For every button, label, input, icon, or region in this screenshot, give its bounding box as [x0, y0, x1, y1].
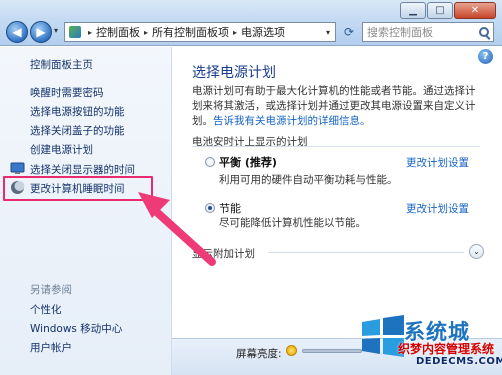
highlight-box [3, 176, 153, 201]
see-also-personalization[interactable]: 个性化 [30, 302, 62, 317]
see-also-heading: 另请参阅 [30, 284, 72, 296]
search-placeholder: 搜索控制面板 [367, 26, 433, 39]
close-button[interactable]: ✕ [454, 2, 496, 19]
watermark-line1: 织梦内容管理系统 [398, 342, 495, 356]
plan-balanced-radio[interactable] [205, 157, 215, 167]
maximize-button[interactable]: □ [427, 2, 453, 19]
page-description: 电源计划可有助于最大化计算机的性能或者节能。通过选择计划来将其激活，或选择计划并… [192, 84, 480, 129]
help-icon[interactable]: ? [478, 49, 493, 64]
see-also-user-accounts[interactable]: 用户帐户 [30, 340, 72, 355]
breadcrumb-control-panel[interactable]: 控制面板 [96, 24, 140, 40]
plan-balanced-settings-link[interactable]: 更改计划设置 [406, 155, 469, 170]
sidebar-item-display-off[interactable]: 选择关闭显示器的时间 [30, 162, 135, 177]
breadcrumb-separator-icon[interactable]: ▸ [88, 28, 92, 37]
sidebar-item-lid-close[interactable]: 选择关闭盖子的功能 [30, 123, 125, 138]
sidebar-home-link[interactable]: 控制面板主页 [30, 57, 93, 72]
plan-balanced-name[interactable]: 平衡 (推荐) [219, 154, 277, 170]
learn-more-link[interactable]: 告诉我有关电源计划的详细信息。 [213, 115, 371, 127]
back-button[interactable]: ◀ [6, 21, 28, 43]
sidebar-item-power-buttons[interactable]: 选择电源按钮的功能 [30, 104, 125, 119]
sidebar-item-wake-password[interactable]: 唤醒时需要密码 [30, 85, 104, 100]
address-bar[interactable]: ▸ 控制面板 ▸ 所有控制面板项 ▸ 电源选项 ▾ [64, 22, 336, 42]
sidebar-item-create-plan[interactable]: 创建电源计划 [30, 142, 93, 157]
recent-pages-dropdown-icon[interactable]: ▾ [54, 26, 58, 35]
refresh-icon[interactable]: ⟳ [340, 23, 358, 41]
minimize-button[interactable]: ▁ [400, 2, 426, 19]
monitor-icon [10, 162, 25, 174]
plan-power-saver-radio[interactable] [205, 203, 215, 213]
show-additional-plans[interactable]: 显示附加计划 [192, 246, 255, 261]
expand-chevron-icon[interactable]: ⌄ [469, 244, 484, 259]
breadcrumb-separator-icon[interactable]: ▸ [233, 28, 237, 37]
brightness-label: 屏幕亮度: [236, 348, 282, 360]
search-input[interactable]: 搜索控制面板 [362, 22, 494, 42]
control-panel-icon [69, 26, 81, 38]
breadcrumb-all-items[interactable]: 所有控制面板项 [152, 24, 229, 40]
watermark-line2: DEDECMS.COM [416, 356, 502, 367]
brightness-slider[interactable] [302, 349, 362, 353]
window-controls: ▁ □ ✕ [399, 2, 496, 19]
breadcrumb-separator-icon[interactable]: ▸ [144, 28, 148, 37]
search-icon[interactable] [479, 27, 489, 37]
page-title: 选择电源计划 [192, 65, 276, 81]
address-dropdown-icon[interactable]: ▾ [321, 28, 335, 37]
plan-power-saver-settings-link[interactable]: 更改计划设置 [406, 201, 469, 216]
brightness-sun-icon [286, 345, 297, 356]
section-divider [192, 146, 480, 147]
plan-power-saver-desc: 尽可能降低计算机性能以节能。 [219, 217, 366, 229]
plan-balanced-desc: 利用可用的硬件自动平衡功耗与性能。 [219, 174, 398, 186]
breadcrumb-power-options[interactable]: 电源选项 [241, 24, 285, 40]
plan-power-saver-name[interactable]: 节能 [219, 200, 241, 216]
forward-button[interactable]: ▶ [30, 21, 52, 43]
more-plans-divider [268, 252, 464, 253]
see-also-mobility-center[interactable]: Windows 移动中心 [30, 321, 122, 336]
window-titlebar: ▁ □ ✕ ◀ ▶ ▾ ▸ 控制面板 ▸ 所有控制面板项 ▸ 电源选项 ▾ ⟳ … [0, 0, 502, 46]
